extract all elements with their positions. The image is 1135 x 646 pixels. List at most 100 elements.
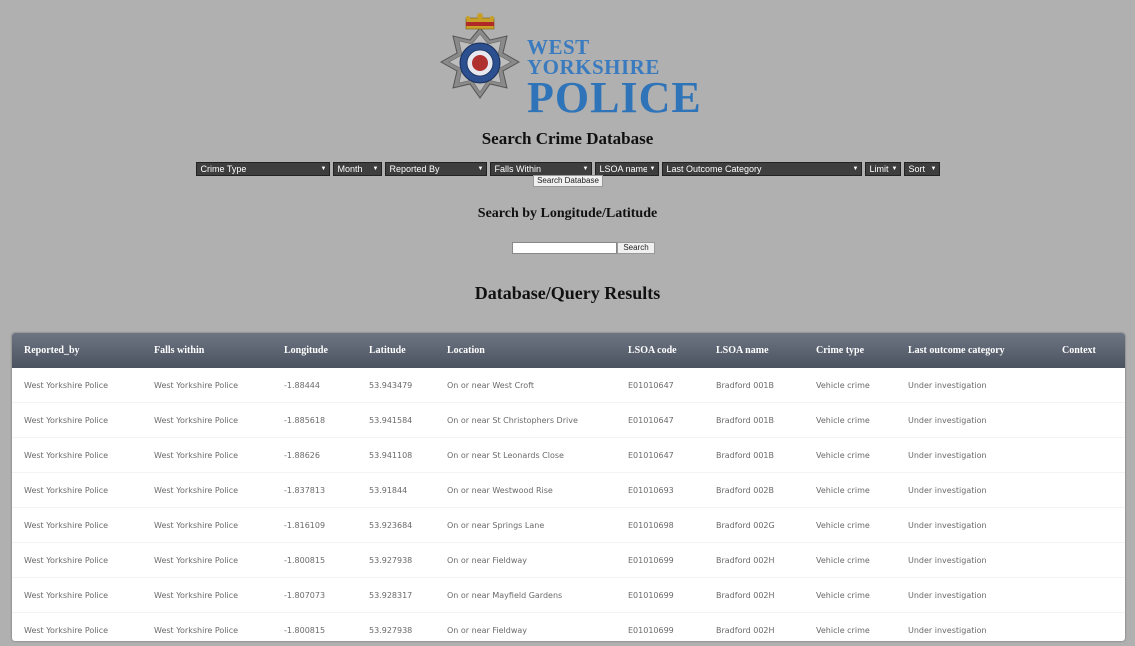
col-reported-by: Reported_by bbox=[24, 345, 80, 356]
table-cell: West Yorkshire Police bbox=[142, 437, 272, 473]
table-cell: -1.88444 bbox=[284, 380, 320, 390]
crime-type-select[interactable]: Crime Type ▼ bbox=[195, 162, 330, 176]
table-cell: -1.800815 bbox=[272, 542, 357, 578]
table-cell: West Yorkshire Police bbox=[12, 612, 142, 641]
table-cell: Bradford 001B bbox=[704, 437, 804, 473]
table-row: West Yorkshire Police West Yorkshire Poli… bbox=[12, 472, 1125, 508]
falls-within-select[interactable]: Falls Within ▼ bbox=[489, 162, 592, 176]
results-heading: Database/Query Results bbox=[474, 283, 661, 303]
logo-text: WEST YORKSHIRE POLICE bbox=[527, 37, 715, 122]
table-cell: 53.928317 bbox=[357, 577, 435, 613]
col-falls-within: Falls within bbox=[154, 345, 205, 356]
longitude-latitude-input[interactable] bbox=[512, 242, 617, 254]
chevron-down-icon: ▼ bbox=[891, 166, 898, 172]
table-cell: 53.941584 bbox=[357, 402, 435, 438]
table-cell: -1.800815 bbox=[272, 612, 357, 641]
table-row: West Yorkshire Police West Yorkshire Poli… bbox=[12, 577, 1125, 613]
search-database-button[interactable]: Search Database bbox=[533, 175, 603, 187]
table-cell: 53.941108 bbox=[357, 437, 435, 473]
table-cell: 53.927938 bbox=[357, 542, 435, 578]
table-cell: Under investigation bbox=[896, 542, 1050, 578]
table-cell: -1.88626 bbox=[272, 437, 357, 473]
col-lsoa-name: LSOA name bbox=[716, 345, 769, 356]
geo-search-button[interactable]: Search bbox=[617, 242, 655, 254]
table-cell: Under investigation bbox=[896, 402, 1050, 438]
table-cell: Bradford 002H bbox=[704, 577, 804, 613]
table-cell: Under investigation bbox=[908, 380, 987, 390]
table-cell: West Yorkshire Police bbox=[142, 542, 272, 578]
chevron-down-icon: ▼ bbox=[320, 166, 327, 172]
table-cell bbox=[1050, 472, 1125, 508]
sort-select[interactable]: Sort ▼ bbox=[903, 162, 940, 176]
search-database-heading: Search Crime Database bbox=[481, 129, 654, 148]
table-cell: On or near St Leonards Close bbox=[435, 437, 616, 473]
table-cell: Vehicle crime bbox=[804, 507, 896, 543]
table-cell: West Yorkshire Police bbox=[142, 612, 272, 641]
table-row: West Yorkshire Police West Yorkshire Poli… bbox=[12, 437, 1125, 473]
table-cell: On or near St Christophers Drive bbox=[435, 402, 616, 438]
chevron-down-icon: ▼ bbox=[852, 166, 859, 172]
table-cell: Bradford 002H bbox=[704, 612, 804, 641]
table-cell: Vehicle crime bbox=[804, 472, 896, 508]
table-cell bbox=[1050, 507, 1125, 543]
table-cell: West Yorkshire Police bbox=[12, 542, 142, 578]
table-cell: Bradford 001B bbox=[704, 402, 804, 438]
table-cell: On or near Westwood Rise bbox=[435, 472, 616, 508]
table-row: West Yorkshire Police West Yorkshire Poli… bbox=[12, 612, 1125, 641]
table-cell: Vehicle crime bbox=[804, 577, 896, 613]
table-cell: Vehicle crime bbox=[804, 612, 896, 641]
table-cell: West Yorkshire Police bbox=[12, 402, 142, 438]
lsoa-name-select[interactable]: LSOA name ▼ bbox=[594, 162, 659, 176]
table-cell: -1.885618 bbox=[272, 402, 357, 438]
chevron-down-icon: ▼ bbox=[930, 166, 937, 172]
table-cell: Under investigation bbox=[896, 437, 1050, 473]
table-cell: 53.927938 bbox=[357, 612, 435, 641]
table-cell: West Yorkshire Police bbox=[12, 507, 142, 543]
table-cell: West Yorkshire Police bbox=[12, 437, 142, 473]
col-latitude: Latitude bbox=[369, 345, 406, 356]
table-cell bbox=[1050, 612, 1125, 641]
table-cell: West Yorkshire Police bbox=[142, 472, 272, 508]
last-outcome-category-select[interactable]: Last Outcome Category ▼ bbox=[661, 162, 862, 176]
table-cell: E01010647 bbox=[616, 402, 704, 438]
table-cell: West Yorkshire Police bbox=[12, 577, 142, 613]
table-cell: Bradford 002B bbox=[704, 472, 804, 508]
table-cell: West Yorkshire Police bbox=[24, 380, 109, 390]
results-table: Reported_by Falls within Longitude Latit… bbox=[12, 333, 1125, 641]
table-cell: Vehicle crime bbox=[816, 380, 870, 390]
table-cell: Vehicle crime bbox=[804, 542, 896, 578]
results-body: West Yorkshire Police West Yorkshire Poli… bbox=[12, 368, 1125, 641]
table-cell bbox=[1050, 437, 1125, 473]
table-cell: E01010647 bbox=[616, 437, 704, 473]
table-row: West Yorkshire Police West Yorkshire Poli… bbox=[12, 368, 1125, 403]
table-cell: On or near Fieldway bbox=[435, 542, 616, 578]
filter-bar: Crime Type ▼ Month ▼ Reported By ▼ Falls Wi… bbox=[0, 162, 1135, 176]
limit-select[interactable]: Limit ▼ bbox=[864, 162, 901, 176]
reported-by-select[interactable]: Reported By ▼ bbox=[384, 162, 487, 176]
table-header-row: Reported_by Falls within Longitude Latit… bbox=[12, 333, 1125, 368]
col-longitude: Longitude bbox=[284, 345, 328, 356]
month-select[interactable]: Month ▼ bbox=[332, 162, 382, 176]
table-cell: Under investigation bbox=[896, 612, 1050, 641]
col-lsoa-code: LSOA code bbox=[628, 345, 677, 356]
falls-within-label: Falls Within bbox=[494, 164, 542, 174]
table-cell: On or near West Croft bbox=[447, 380, 534, 390]
table-cell: Vehicle crime bbox=[804, 437, 896, 473]
lsoa-name-label: LSOA name bbox=[599, 164, 647, 174]
chevron-down-icon: ▼ bbox=[372, 166, 379, 172]
table-cell: E01010698 bbox=[616, 507, 704, 543]
table-cell: On or near Fieldway bbox=[435, 612, 616, 641]
col-crime-type: Crime type bbox=[816, 345, 865, 356]
col-location: Location bbox=[447, 345, 485, 356]
table-cell: West Yorkshire Police bbox=[142, 577, 272, 613]
table-cell: On or near Springs Lane bbox=[435, 507, 616, 543]
table-cell: West Yorkshire Police bbox=[12, 472, 142, 508]
table-cell: 53.943479 bbox=[369, 380, 413, 390]
chevron-down-icon: ▼ bbox=[649, 166, 656, 172]
table-cell: 53.923684 bbox=[357, 507, 435, 543]
logo-line2: POLICE bbox=[527, 73, 702, 122]
table-cell: West Yorkshire Police bbox=[154, 380, 239, 390]
table-cell: -1.807073 bbox=[272, 577, 357, 613]
table-cell: West Yorkshire Police bbox=[142, 402, 272, 438]
table-cell bbox=[1050, 402, 1125, 438]
